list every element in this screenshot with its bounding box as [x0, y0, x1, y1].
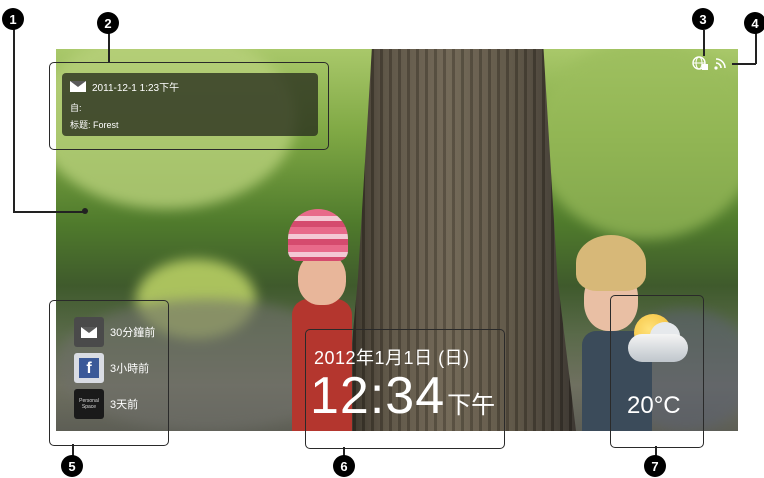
foliage-right — [536, 49, 738, 239]
callout-4: 4 — [744, 12, 764, 34]
rss-signal-icon — [714, 56, 728, 73]
callout-line-4v — [755, 30, 757, 64]
globe-icon — [692, 56, 708, 73]
child-left-hat — [288, 209, 348, 261]
callout-line-1v — [13, 22, 15, 212]
callout-box-notifications — [49, 300, 169, 446]
callout-box-weather — [610, 295, 704, 448]
callout-line-1h — [13, 211, 83, 213]
callout-6: 6 — [333, 455, 355, 477]
callout-1: 1 — [2, 8, 24, 30]
callout-3: 3 — [692, 8, 714, 30]
callout-2: 2 — [97, 12, 119, 34]
callout-box-email — [49, 62, 329, 150]
callout-line-2 — [108, 30, 110, 62]
callout-line-3 — [703, 30, 705, 56]
child-right-hair — [576, 235, 646, 291]
callout-line-4h — [732, 63, 756, 65]
callout-7: 7 — [644, 455, 666, 477]
callout-dot-1 — [82, 208, 88, 214]
callout-5: 5 — [61, 455, 83, 477]
callout-box-clock — [305, 329, 505, 449]
